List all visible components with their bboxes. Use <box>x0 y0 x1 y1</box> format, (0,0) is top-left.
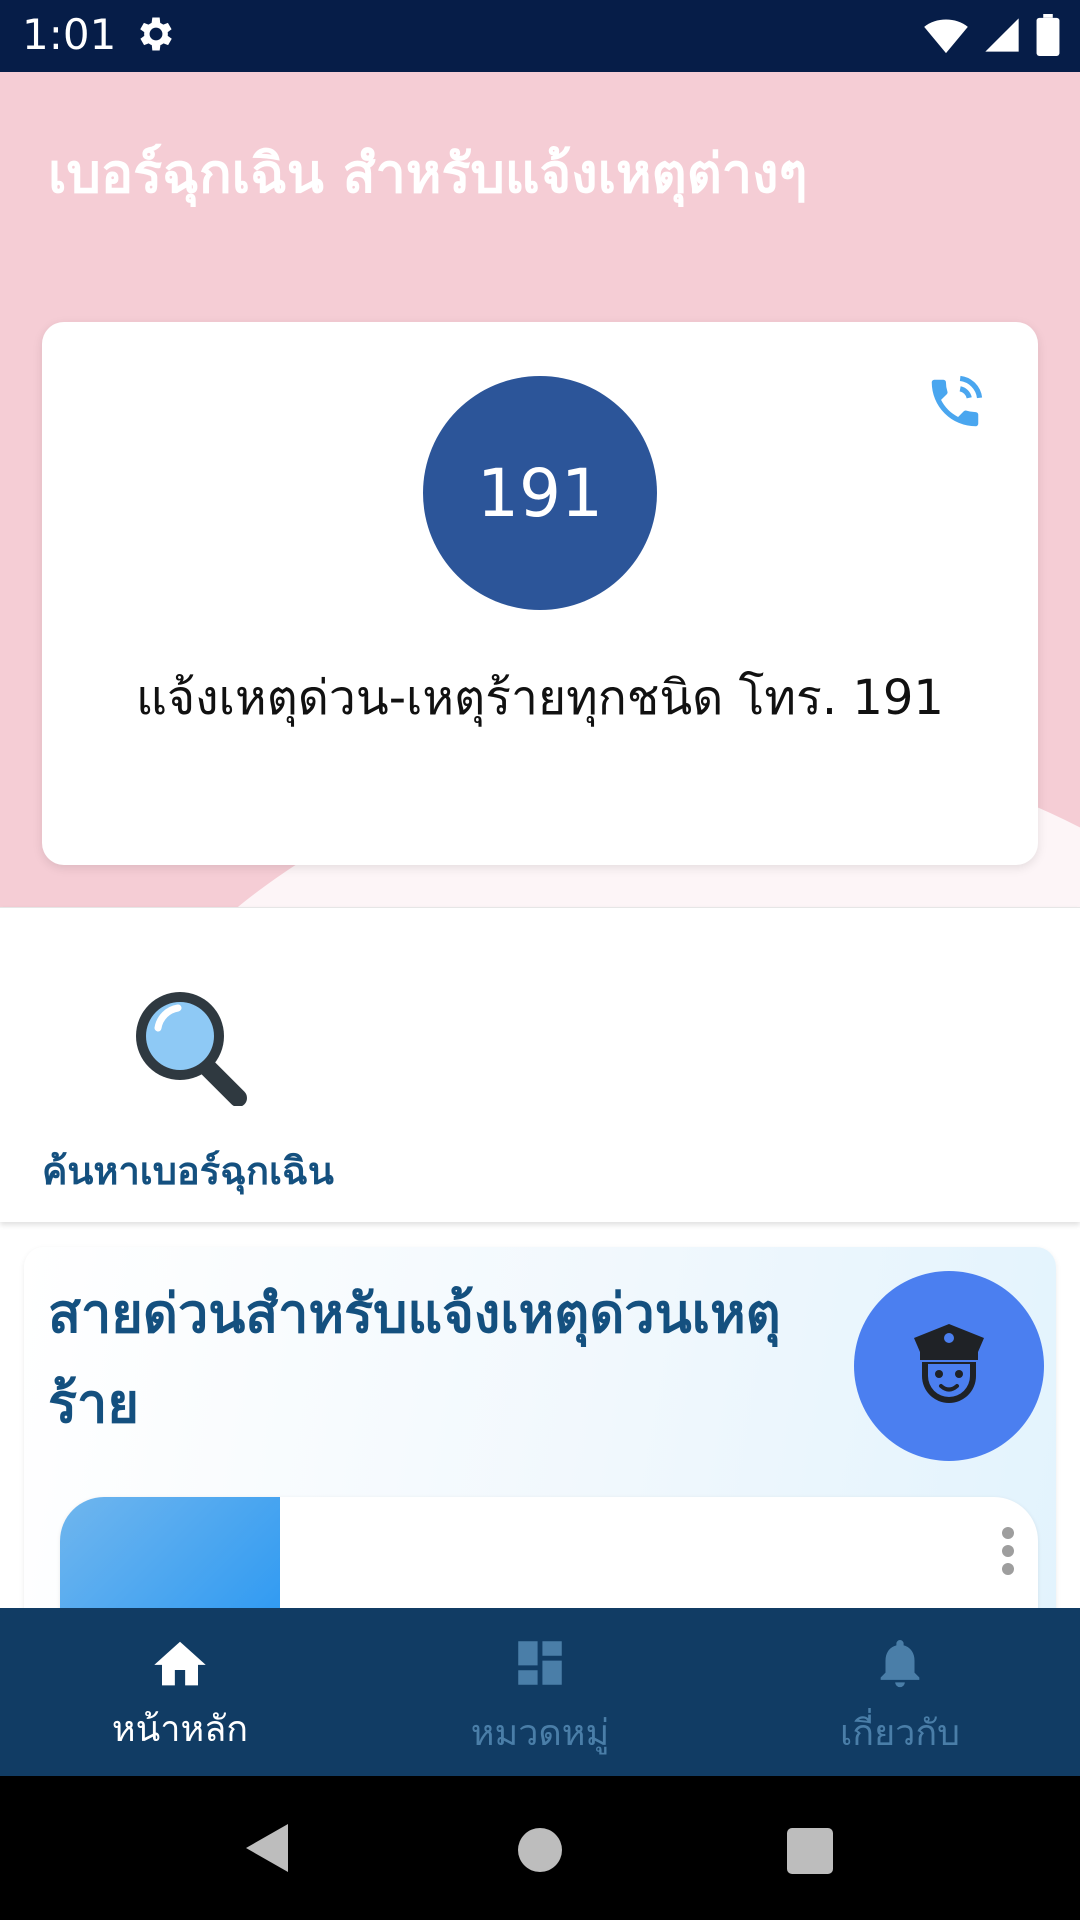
nav-home-label: หน้าหลัก <box>111 1709 249 1750</box>
nav-about[interactable]: เกี่ยวกับ <box>720 1608 1080 1776</box>
emergency-description: แจ้งเหตุด่วน-เหตุร้ายทุกชนิด โทร. 191 <box>136 670 944 726</box>
more-vert-icon[interactable] <box>1000 1525 1016 1581</box>
home-icon <box>149 1634 211 1692</box>
search-emergency-label: ค้นหาเบอร์ฉุกเฉิน <box>42 1149 334 1193</box>
phone-call-icon[interactable] <box>924 372 986 438</box>
bottom-navigation: หน้าหลัก หมวดหมู่ เกี่ยวกับ <box>0 1608 1080 1776</box>
nav-home[interactable]: หน้าหลัก <box>0 1608 360 1776</box>
dashboard-icon <box>511 1634 569 1696</box>
category-title: สายด่วนสำหรับแจ้งเหตุด่วนเหตุร้าย <box>48 1282 781 1435</box>
search-emergency-tile[interactable]: ค้นหาเบอร์ฉุกเฉิน <box>0 907 1080 1222</box>
wifi-icon <box>924 15 968 59</box>
emergency-number-card[interactable]: 191 แจ้งเหตุด่วน-เหตุร้ายทุกชนิด โทร. 19… <box>42 322 1038 865</box>
nav-about-label: เกี่ยวกับ <box>839 1713 961 1754</box>
emergency-number-badge: 191 <box>423 376 657 610</box>
hotline-category-card[interactable]: สายด่วนสำหรับแจ้งเหตุด่วนเหตุร้าย <box>24 1247 1056 1667</box>
system-navigation-bar <box>0 1776 1080 1920</box>
status-time: 1:01 <box>22 10 117 59</box>
settings-gear-icon <box>134 12 178 60</box>
nav-categories[interactable]: หมวดหมู่ <box>360 1608 720 1776</box>
status-bar: 1:01 <box>0 0 1080 72</box>
police-officer-icon <box>854 1271 1044 1461</box>
back-icon[interactable] <box>244 1822 290 1878</box>
home-button-icon[interactable] <box>518 1828 562 1872</box>
nav-categories-label: หมวดหมู่ <box>470 1713 610 1754</box>
signal-icon <box>982 15 1022 59</box>
battery-icon <box>1036 14 1060 60</box>
recent-apps-icon[interactable] <box>787 1828 833 1874</box>
bell-icon <box>871 1634 929 1696</box>
status-icons <box>924 14 1060 60</box>
page-title: เบอร์ฉุกเฉิน สำหรับแจ้งเหตุต่างๆ <box>48 142 808 205</box>
magnifier-icon <box>128 986 248 1110</box>
hero-section: เบอร์ฉุกเฉิน สำหรับแจ้งเหตุต่างๆ 191 แจ้… <box>0 72 1080 907</box>
